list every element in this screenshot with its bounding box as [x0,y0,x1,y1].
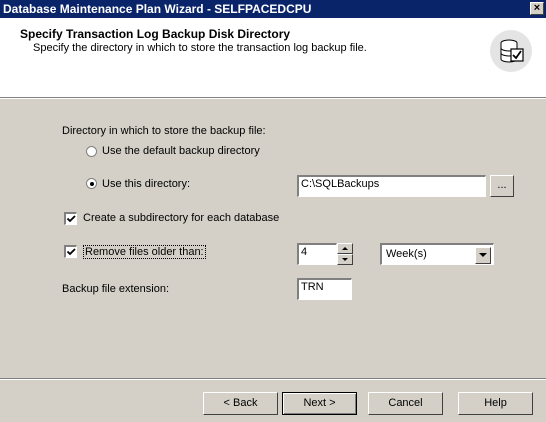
age-unit-select[interactable]: Week(s) [380,243,494,265]
subdirectory-checkbox[interactable] [64,212,77,225]
directory-path-input[interactable]: C:\SQLBackups [297,175,486,197]
database-check-icon [490,30,532,72]
extension-label: Backup file extension: [62,283,170,295]
remove-files-checkbox[interactable] [64,245,77,258]
remove-files-label[interactable]: Remove files older than: [83,245,206,259]
footer-divider-highlight [0,379,546,380]
wizard-header: Specify Transaction Log Backup Disk Dire… [0,18,546,98]
window-title: Database Maintenance Plan Wizard - SELFP… [3,2,312,16]
default-directory-label[interactable]: Use the default backup directory [102,145,260,157]
chevron-down-icon [479,253,487,257]
default-directory-radio[interactable] [86,146,97,157]
spin-up-button[interactable] [337,243,353,254]
cancel-button[interactable]: Cancel [368,392,443,415]
close-button[interactable]: × [530,2,544,15]
this-directory-label[interactable]: Use this directory: [102,178,190,190]
title-bar: Database Maintenance Plan Wizard - SELFP… [0,0,546,18]
page-subtitle: Specify the directory in which to store … [33,42,367,54]
chevron-down-icon [342,258,348,261]
spin-down-button[interactable] [337,254,353,265]
age-spinner[interactable] [337,243,353,265]
page-title: Specify Transaction Log Backup Disk Dire… [20,27,291,41]
directory-label: Directory in which to store the backup f… [62,125,266,137]
radio-selected-dot [90,182,94,186]
chevron-up-icon [342,247,348,250]
help-button[interactable]: Help [458,392,533,415]
next-button[interactable]: Next > [282,392,357,415]
header-divider [0,98,546,99]
age-value-input[interactable]: 4 [297,243,337,265]
dropdown-button[interactable] [475,247,491,264]
age-unit-value: Week(s) [386,248,427,260]
wizard-window: Database Maintenance Plan Wizard - SELFP… [0,0,546,422]
extension-input[interactable]: TRN [297,278,352,300]
subdirectory-label[interactable]: Create a subdirectory for each database [83,212,279,224]
this-directory-radio[interactable] [86,178,97,189]
back-button[interactable]: < Back [203,392,278,415]
browse-button[interactable]: ... [490,175,514,197]
